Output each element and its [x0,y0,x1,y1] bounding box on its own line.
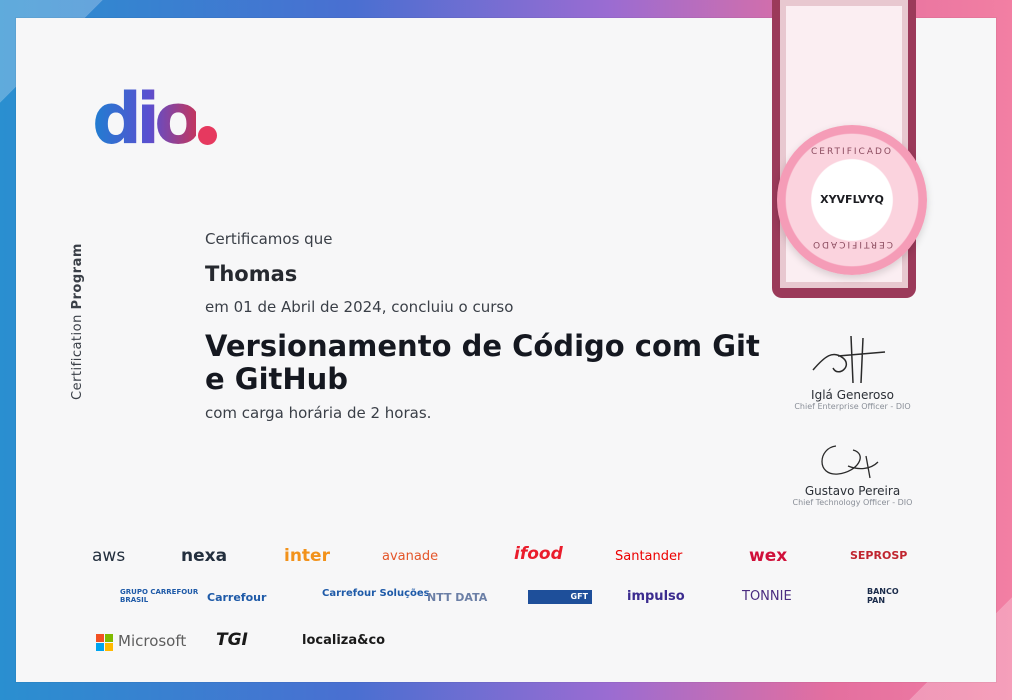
signature-1: Iglá Generoso Chief Enterprise Officer -… [790,328,915,411]
partner-tonnie: TONNIE [742,589,792,604]
partner-banco-pan: BANCO PAN [867,587,899,605]
logo-dot [198,126,218,145]
dio-logo: dio [92,78,218,160]
partner-santander: Santander [615,549,683,564]
certificate-frame: dio Certification Program Certificamos q… [0,0,1012,700]
partner-wex: wex [749,546,788,566]
certificate-seal: CERTIFICADO XYVFLVYQ CERTIFICADO [777,125,927,275]
signature-2-role: Chief Technology Officer - DIO [792,498,913,507]
partner-tgi: TGI [216,630,248,650]
partner-carrefour-solucoes: Carrefour Soluções [322,588,430,599]
signature-2: Gustavo Pereira Chief Technology Officer… [790,436,915,507]
signature-1-name: Iglá Generoso [811,388,894,402]
partner-microsoft: Microsoft [96,632,187,651]
side-caption-a: Certification [70,314,85,400]
partner-aws: aws [92,546,126,566]
cert-intro: Certificamos que [205,230,333,248]
partner-ntt-data: NTT DATA [427,591,488,604]
partner-localiza: localiza&co [302,633,386,648]
signature-2-graphic [821,445,878,479]
partner-microsoft-label: Microsoft [118,632,187,650]
hours-line: com carga horária de 2 horas. [205,404,432,422]
seal-code: XYVFLVYQ [820,193,884,206]
recipient-name: Thomas [205,262,298,286]
ms-square-blue [96,643,104,651]
seal-top-text: CERTIFICADO [810,147,893,157]
partner-grupo-carrefour: GRUPO CARREFOUR BRASIL [120,588,199,604]
logo-text: dio [92,78,202,160]
seal-bottom-text: CERTIFICADO [811,239,894,249]
ms-square-yellow [105,643,113,651]
ms-square-green [105,634,113,642]
side-caption-b: Program [70,243,85,310]
partner-ifood: ifood [514,544,563,564]
date-line: em 01 de Abril de 2024, concluiu o curso [205,298,514,316]
partner-gft: GFT [528,590,592,604]
partner-seprosp: SEPROSP [850,549,908,562]
signature-1-graphic [811,335,885,384]
partner-carrefour: Carrefour [207,591,267,604]
partner-inter: inter [284,546,330,566]
signature-1-role: Chief Enterprise Officer - DIO [794,402,911,411]
ms-square-red [96,634,104,642]
side-caption: Certification Program [70,243,85,400]
course-title: Versionamento de Código com Git e GitHub [205,329,760,396]
partner-impulso: impulso [627,589,685,604]
partner-nexa: nexa [181,546,228,566]
partner-avanade: avanade [382,549,439,564]
signature-2-name: Gustavo Pereira [804,484,901,498]
